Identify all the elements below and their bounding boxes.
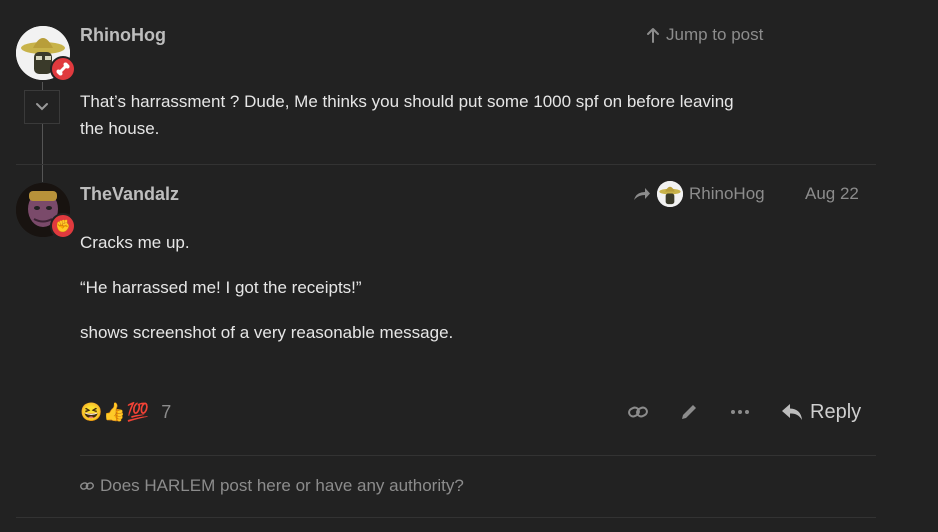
bone-icon (56, 62, 70, 76)
username-rhinohog[interactable]: RhinoHog (80, 25, 166, 46)
post-paragraph: shows screenshot of a very reasonable me… (80, 323, 454, 342)
reply-to-avatar (657, 181, 683, 207)
post-paragraph: Cracks me up. (80, 233, 190, 252)
share-arrow-icon (634, 188, 650, 200)
hundred-emoji-icon: 💯 (126, 401, 150, 422)
divider (16, 164, 876, 165)
body-line: That’s harrassment ? Dude, Me thinks you… (80, 92, 734, 111)
post-paragraph: “He harrassed me! I got the receipts!” (80, 278, 362, 297)
more-actions-button[interactable] (726, 399, 754, 425)
embedded-post-body: That’s harrassment ? Dude, Me thinks you… (80, 88, 840, 142)
reaction-count: 7 (161, 401, 172, 422)
reactions-summary[interactable]: 😆 👍 💯 7 (80, 399, 171, 425)
arrow-up-icon (647, 28, 659, 43)
reply-arrow-icon (782, 404, 802, 420)
rhinohog-avatar-icon (657, 181, 683, 207)
fist-icon: ✊ (55, 219, 71, 233)
post-date[interactable]: Aug 22 (805, 184, 859, 204)
jump-to-post-link[interactable]: Jump to post (646, 25, 763, 45)
thumbs-up-emoji-icon: 👍 (103, 401, 126, 422)
laughing-emoji-icon: 😆 (80, 401, 103, 422)
collapse-button[interactable] (24, 90, 60, 124)
linked-topic-title: Does HARLEM post here or have any author… (100, 476, 464, 495)
ellipsis-icon (731, 410, 749, 414)
link-icon (80, 482, 94, 490)
embedded-post: RhinoHog Jump to post That’s harrassment… (0, 0, 938, 182)
reply-button[interactable]: Reply (781, 398, 861, 426)
post-body: Cracks me up. “He harrassed me! I got th… (80, 229, 860, 346)
edit-button[interactable] (675, 399, 703, 425)
divider (16, 517, 876, 518)
divider (80, 455, 876, 456)
reply-to-tab[interactable]: RhinoHog (633, 180, 765, 208)
user-flair-badge: ✊ (50, 213, 76, 239)
link-icon (628, 406, 648, 418)
reply-label: Reply (810, 400, 862, 423)
jump-to-post-label: Jump to post (666, 25, 764, 44)
linked-topic[interactable]: Does HARLEM post here or have any author… (80, 476, 464, 496)
username-thevandalz[interactable]: TheVandalz (80, 184, 179, 205)
pencil-icon (682, 405, 696, 419)
reply-to-username: RhinoHog (689, 184, 765, 203)
chevron-down-icon (36, 103, 48, 111)
copy-link-button[interactable] (624, 399, 652, 425)
body-line: the house. (80, 119, 160, 138)
user-flair-badge (50, 56, 76, 82)
